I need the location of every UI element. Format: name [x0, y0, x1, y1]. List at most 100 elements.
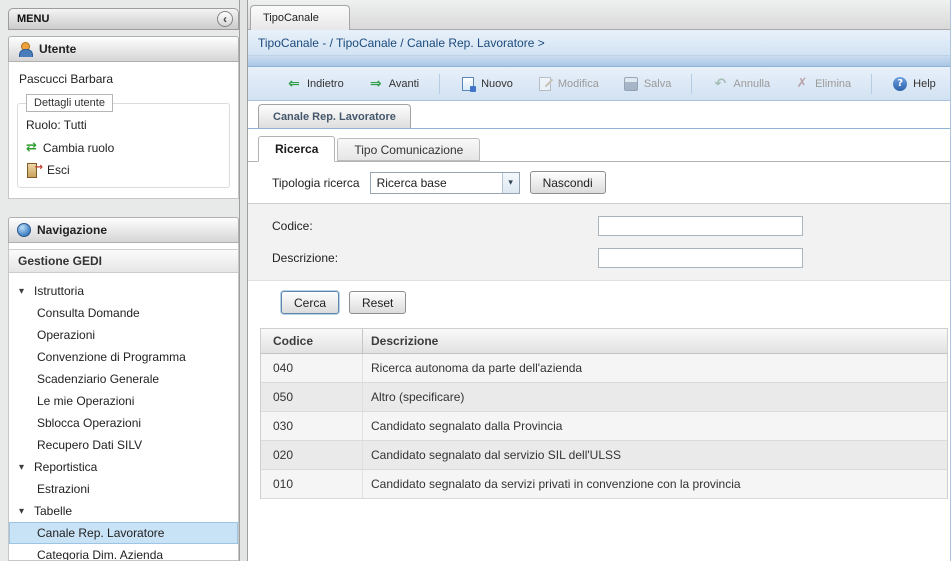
subtab-tipo-comunicazione[interactable]: Tipo Comunicazione [337, 138, 480, 161]
menu-panel-header: MENU ‹ [8, 8, 239, 30]
tree-item-label: Tabelle [34, 504, 72, 518]
expand-collapse-icon[interactable]: ▾ [19, 286, 29, 297]
toolbar-button-salva[interactable]: Salva [615, 73, 680, 95]
search-button[interactable]: Cerca [281, 291, 339, 314]
breadcrumb: TipoCanale - / TipoCanale / Canale Rep. … [248, 30, 950, 55]
column-header-codice[interactable]: Codice [261, 329, 363, 353]
back-icon [286, 76, 302, 92]
tree-header: Gestione GEDI [9, 249, 238, 273]
tree-item-canale-rep-lavoratore[interactable]: Canale Rep. Lavoratore [9, 522, 238, 544]
cell-descrizione: Candidato segnalato dal servizio SIL del… [363, 441, 947, 469]
tree-item-sblocca-operazioni[interactable]: Sblocca Operazioni [9, 412, 238, 434]
subtab-ricerca[interactable]: Ricerca [258, 136, 335, 162]
grid-body: 040Ricerca autonoma da parte dell'aziend… [261, 354, 947, 499]
subtab-strip: RicercaTipo Comunicazione [248, 135, 950, 162]
toolbar-button-label: Help [913, 78, 936, 90]
column-header-descrizione[interactable]: Descrizione [363, 329, 947, 353]
forward-icon [368, 76, 384, 92]
help-icon [892, 76, 908, 92]
tree-item-consulta-domande[interactable]: Consulta Domande [9, 302, 238, 324]
tree-item-label: Reportistica [34, 460, 97, 474]
user-details-fieldset: Dettagli utente Ruolo: Tutti ⇄ Cambia ru… [17, 94, 230, 188]
expand-collapse-icon[interactable]: ▾ [19, 506, 29, 517]
tree-item-label: Scadenziario Generale [37, 372, 159, 386]
window-tab-strip: TipoCanale [248, 0, 950, 30]
codice-field-row: Codice: [248, 210, 950, 242]
tree-item-tabelle[interactable]: ▾ Tabelle [9, 500, 238, 522]
toolbar-button-label: Avanti [389, 78, 419, 90]
user-panel: Utente Pascucci Barbara Dettagli utente … [8, 36, 239, 199]
user-section-title: Utente [39, 42, 76, 56]
cell-codice: 010 [261, 470, 363, 498]
tree-item-label: Operazioni [37, 328, 95, 342]
toolbar-button-avanti[interactable]: Avanti [360, 73, 427, 95]
window-tab-tipocanale[interactable]: TipoCanale [250, 5, 350, 30]
results-grid: Codice Descrizione 040Ricerca autonoma d… [260, 328, 948, 499]
delete-icon [794, 76, 810, 92]
logout-item[interactable]: Esci [24, 159, 223, 181]
globe-icon [17, 223, 31, 237]
tree-item-label: Sblocca Operazioni [37, 416, 141, 430]
tree-item-estrazioni[interactable]: Estrazioni [9, 478, 238, 500]
tree-item-categoria-dim-azienda[interactable]: Categoria Dim. Azienda [9, 544, 238, 561]
toolbar-button-label: Modifica [558, 78, 599, 90]
descrizione-field-row: Descrizione: [248, 242, 950, 274]
toolbar-separator [691, 74, 692, 94]
menu-title: MENU [17, 13, 49, 25]
toolbar-button-label: Elimina [815, 78, 851, 90]
search-type-select[interactable]: Ricerca base ▾ [370, 172, 520, 194]
descrizione-label: Descrizione: [272, 251, 598, 265]
tree-item-le-mie-operazioni[interactable]: Le mie Operazioni [9, 390, 238, 412]
content-panel: RicercaTipo Comunicazione Tipologia rice… [248, 129, 950, 561]
expand-collapse-icon[interactable]: ▾ [19, 462, 29, 473]
toolbar-button-modifica[interactable]: Modifica [529, 73, 607, 95]
toolbar-button-help[interactable]: Help [884, 73, 944, 95]
grid-row-040[interactable]: 040Ricerca autonoma da parte dell'aziend… [261, 354, 947, 383]
tree-item-recupero-dati-silv[interactable]: Recupero Dati SILV [9, 434, 238, 456]
grid-row-030[interactable]: 030Candidato segnalato dalla Provincia [261, 412, 947, 441]
toolbar-button-elimina[interactable]: Elimina [786, 73, 859, 95]
change-role-label: Cambia ruolo [43, 141, 114, 155]
reset-button[interactable]: Reset [349, 291, 406, 314]
search-type-label: Tipologia ricerca [272, 176, 360, 190]
toolbar-button-indietro[interactable]: Indietro [278, 73, 352, 95]
tree-item-istruttoria[interactable]: ▾Istruttoria [9, 280, 238, 302]
cell-codice: 030 [261, 412, 363, 440]
search-type-row: Tipologia ricerca Ricerca base ▾ Nascond… [248, 162, 950, 204]
sidebar-splitter[interactable] [240, 0, 247, 561]
toolbar-button-label: Salva [644, 78, 672, 90]
collapse-sidebar-button[interactable]: ‹ [217, 11, 233, 27]
new-icon [460, 76, 476, 92]
tree-item-label: Le mie Operazioni [37, 394, 134, 408]
cell-descrizione: Altro (specificare) [363, 383, 947, 411]
user-details-legend: Dettagli utente [26, 94, 113, 112]
tree-item-convenzione-di-programma[interactable]: Convenzione di Programma [9, 346, 238, 368]
grid-row-050[interactable]: 050Altro (specificare) [261, 383, 947, 412]
user-icon [17, 42, 33, 57]
toolbar-button-label: Annulla [733, 78, 770, 90]
logout-label: Esci [47, 163, 70, 177]
hide-button[interactable]: Nascondi [530, 171, 606, 194]
change-role-item[interactable]: ⇄ Cambia ruolo [24, 136, 223, 159]
toolbar-button-nuovo[interactable]: Nuovo [452, 73, 521, 95]
navigation-section-header[interactable]: Navigazione [8, 217, 239, 243]
user-section-header[interactable]: Utente [8, 36, 239, 62]
sidebar: MENU ‹ Utente Pascucci Barbara Dettagli … [0, 0, 240, 561]
codice-label: Codice: [272, 219, 598, 233]
navigation-body: Gestione GEDI ▾IstruttoriaConsulta Doman… [8, 243, 239, 561]
tree-item-label: Canale Rep. Lavoratore [37, 526, 164, 540]
grid-row-010[interactable]: 010Candidato segnalato da servizi privat… [261, 470, 947, 499]
search-fields: Codice: Descrizione: [248, 204, 950, 281]
edit-icon [537, 76, 553, 92]
tree-item-operazioni[interactable]: Operazioni [9, 324, 238, 346]
toolbar-button-annulla[interactable]: Annulla [704, 73, 778, 95]
grid-row-020[interactable]: 020Candidato segnalato dal servizio SIL … [261, 441, 947, 470]
codice-input[interactable] [598, 216, 803, 236]
tree-item-scadenziario-generale[interactable]: Scadenziario Generale [9, 368, 238, 390]
search-actions: Cerca Reset [248, 281, 950, 314]
tree-item-reportistica[interactable]: ▾ Reportistica [9, 456, 238, 478]
page-tab-canale-rep-lavoratore[interactable]: Canale Rep. Lavoratore [258, 104, 411, 128]
descrizione-input[interactable] [598, 248, 803, 268]
toolbar-button-label: Indietro [307, 78, 344, 90]
nav-tree: ▾IstruttoriaConsulta Domande Operazioni Co… [9, 273, 238, 561]
